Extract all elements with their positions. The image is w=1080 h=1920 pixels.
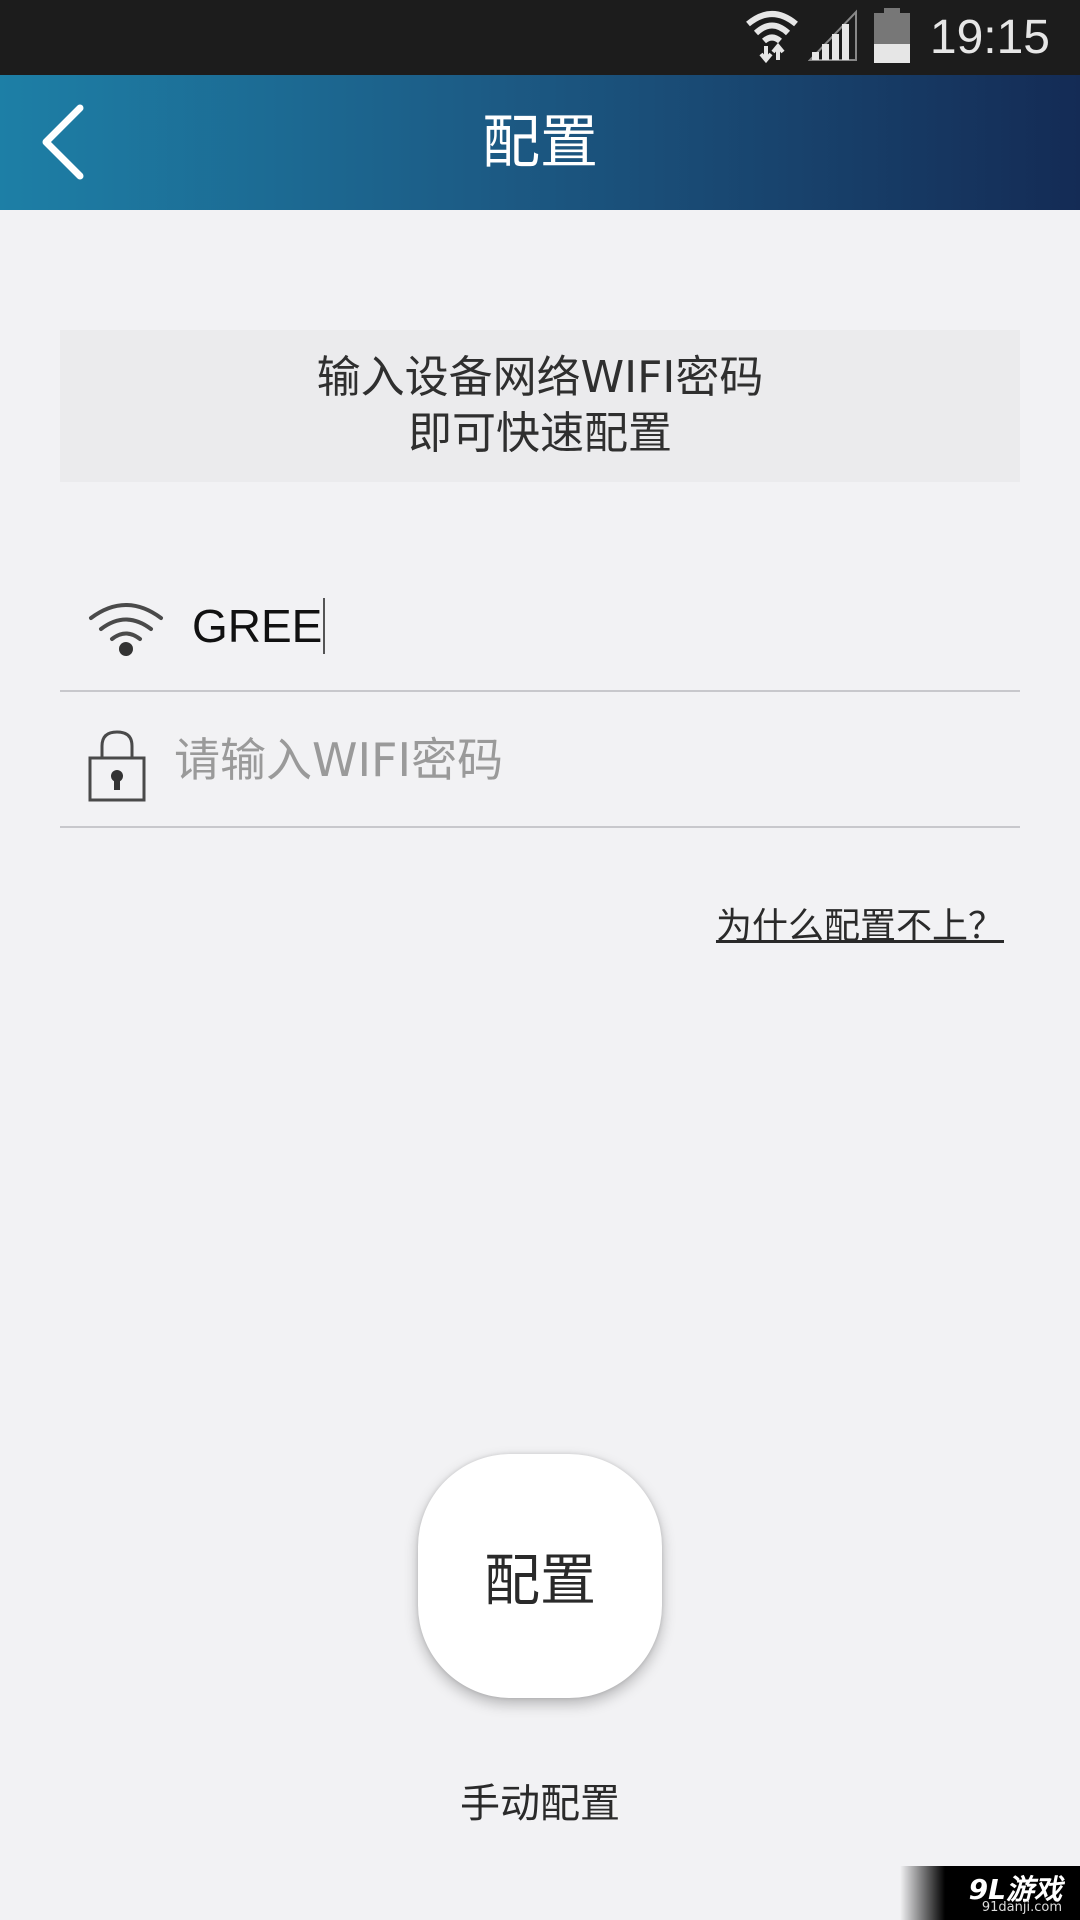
signal-icon xyxy=(808,9,857,61)
config-button-label: 配置 xyxy=(484,1548,596,1614)
password-input[interactable] xyxy=(174,728,994,792)
status-time: 19:15 xyxy=(929,11,1050,64)
ssid-value: GREE xyxy=(192,598,326,654)
status-bar: 19:15 xyxy=(0,0,1080,75)
instruction-box: 输入设备网络WIFI密码 即可快速配置 xyxy=(60,330,1020,482)
instruction-line-1: 输入设备网络WIFI密码 xyxy=(316,352,764,403)
wifi-data-icon xyxy=(746,11,798,64)
why-config-failed-link[interactable]: 为什么配置不上？ xyxy=(716,903,1004,951)
config-button[interactable]: 配置 xyxy=(418,1454,662,1698)
ssid-field[interactable]: GREE xyxy=(60,556,1020,692)
wifi-icon xyxy=(89,603,163,656)
battery-icon xyxy=(874,8,910,63)
lock-icon xyxy=(88,730,146,802)
watermark: 9L游戏 91danji.com xyxy=(900,1866,1080,1920)
manual-config-link[interactable]: 手动配置 xyxy=(0,1778,1080,1830)
page-title: 配置 xyxy=(481,108,598,176)
text-caret xyxy=(323,598,326,654)
instruction-line-2: 即可快速配置 xyxy=(408,408,672,459)
watermark-site: 91danji.com xyxy=(981,1900,1062,1915)
password-field[interactable] xyxy=(60,692,1020,828)
app-bar: 配置 xyxy=(0,75,1080,210)
